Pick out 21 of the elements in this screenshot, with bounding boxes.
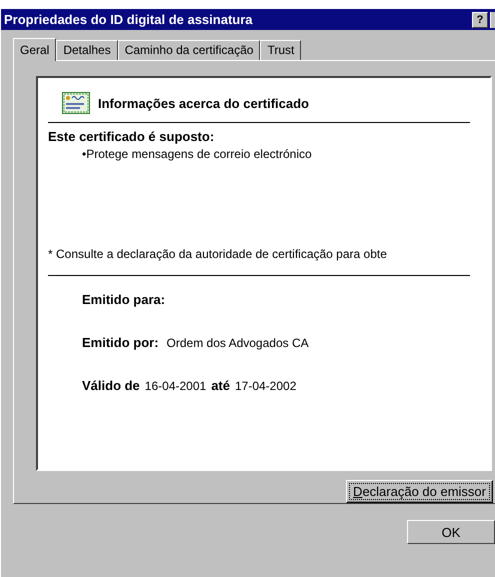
section-heading: Informações acerca do certificado [98,96,309,110]
tab[interactable]: Trust [260,40,302,60]
close-button[interactable] [490,12,495,28]
help-button[interactable]: ? [472,12,488,28]
purpose-label: Este certificado é suposto: [48,129,216,144]
tab[interactable]: Geral [13,38,56,61]
field-label: Emitido para: [82,292,166,307]
field-value: Ordem dos Advogados CA [166,336,309,350]
issuer-statement-button[interactable]: Declaração do emissor [346,480,493,503]
tab[interactable]: Detalhes [56,40,118,60]
field-value: 16-04-2001 [144,379,206,393]
field-label: Emitido por: [82,335,159,350]
ok-button[interactable]: OK [407,520,495,544]
field-label: Válido de [82,378,140,393]
field-value: 17-04-2002 [234,379,296,393]
field-label: até [211,378,230,393]
certificate-icon [62,92,90,114]
purpose-item: •Protege mensagens de correio electrónico [81,147,313,161]
tab[interactable]: Caminho da certificação [118,40,260,60]
window-title: Propriedades do ID digital de assinatura [4,12,253,27]
note-text: * Consulte a declaração da autoridade de certificação para obte [48,247,388,261]
